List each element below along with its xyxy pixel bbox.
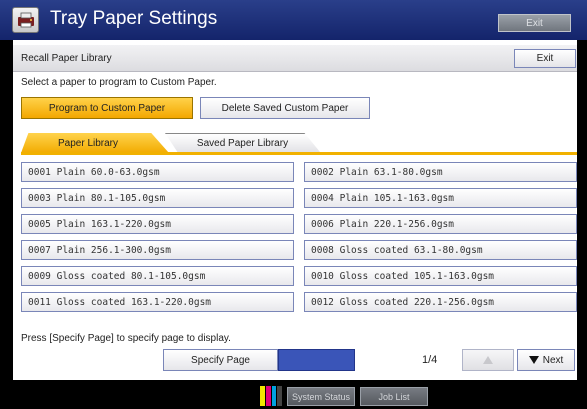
delete-saved-custom-paper-button[interactable]: Delete Saved Custom Paper — [200, 97, 370, 119]
paper-item[interactable]: 0005 Plain 163.1-220.0gsm — [21, 214, 294, 234]
specify-page-note: Press [Specify Page] to specify page to … — [21, 333, 231, 344]
paper-item[interactable]: 0002 Plain 63.1-80.0gsm — [304, 162, 577, 182]
specify-page-button[interactable]: Specify Page — [163, 349, 278, 371]
exit-button[interactable]: Exit — [514, 49, 576, 68]
panel-title: Recall Paper Library — [21, 53, 112, 64]
paper-item[interactable]: 0001 Plain 60.0-63.0gsm — [21, 162, 294, 182]
toner-yellow — [260, 386, 265, 406]
program-to-custom-paper-button[interactable]: Program to Custom Paper — [21, 97, 193, 119]
tab-bar: Saved Paper Library Paper Library — [21, 133, 577, 155]
paper-item[interactable]: 0006 Plain 220.1-256.0gsm — [304, 214, 577, 234]
toner-level-icon[interactable] — [260, 386, 282, 406]
panel-header: Recall Paper Library Exit — [13, 45, 577, 72]
previous-page-button[interactable] — [462, 349, 514, 371]
paper-item[interactable]: 0010 Gloss coated 105.1-163.0gsm — [304, 266, 577, 286]
system-status-button[interactable]: System Status — [287, 387, 355, 406]
page-title: Tray Paper Settings — [50, 8, 218, 29]
tab-underline — [21, 152, 577, 155]
toner-cyan — [271, 386, 277, 406]
instruction-text: Select a paper to program to Custom Pape… — [21, 77, 217, 88]
job-list-button[interactable]: Job List — [360, 387, 428, 406]
title-exit-button[interactable]: Exit — [498, 14, 571, 32]
paper-item[interactable]: 0011 Gloss coated 163.1-220.0gsm — [21, 292, 294, 312]
paper-item[interactable]: 0007 Plain 256.1-300.0gsm — [21, 240, 294, 260]
paper-item[interactable]: 0012 Gloss coated 220.1-256.0gsm — [304, 292, 577, 312]
next-label: Next — [542, 354, 564, 366]
printer-settings-icon — [12, 7, 39, 33]
toner-magenta — [265, 386, 271, 406]
toner-black — [277, 386, 282, 406]
paper-item[interactable]: 0009 Gloss coated 80.1-105.0gsm — [21, 266, 294, 286]
triangle-up-icon — [483, 356, 493, 364]
paper-item[interactable]: 0004 Plain 105.1-163.0gsm — [304, 188, 577, 208]
tab-saved-paper-library[interactable]: Saved Paper Library — [165, 133, 320, 152]
next-page-button[interactable]: Next — [517, 349, 575, 371]
tab-paper-library[interactable]: Paper Library — [21, 133, 169, 153]
page-count: 1/4 — [422, 354, 438, 366]
main-panel: Recall Paper Library Exit Select a paper… — [13, 40, 577, 380]
titlebar: Tray Paper Settings Exit — [0, 0, 587, 40]
paper-item[interactable]: 0003 Plain 80.1-105.0gsm — [21, 188, 294, 208]
page-number-display[interactable] — [278, 349, 355, 371]
triangle-down-icon — [528, 356, 539, 364]
paper-item[interactable]: 0008 Gloss coated 63.1-80.0gsm — [304, 240, 577, 260]
